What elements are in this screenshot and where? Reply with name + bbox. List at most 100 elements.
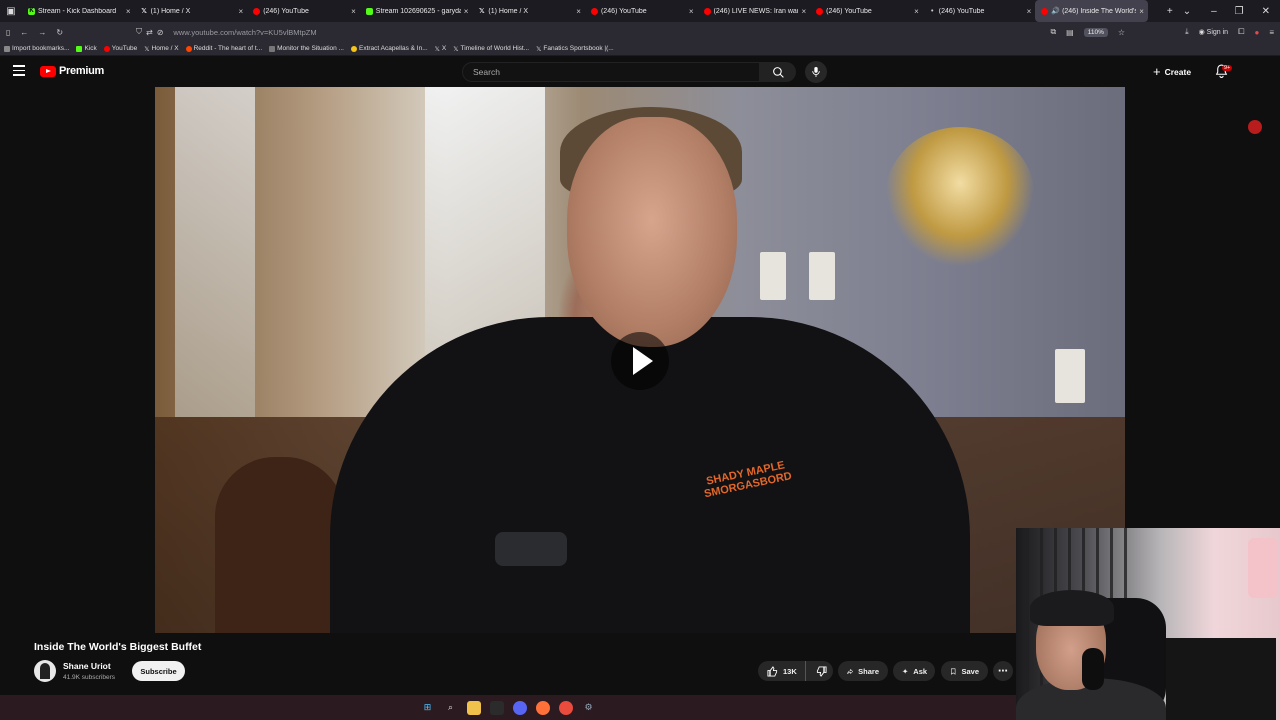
subscribe-button[interactable]: Subscribe (132, 661, 185, 681)
close-icon[interactable]: × (914, 7, 919, 16)
tab-title: (1) Home / X (488, 7, 529, 15)
obs-icon[interactable] (558, 700, 573, 715)
sidebar-icon[interactable]: ▯ (6, 28, 10, 37)
share-label: Share (858, 666, 879, 676)
youtube-logo[interactable]: Premium (40, 65, 104, 77)
file-explorer-icon[interactable] (466, 700, 481, 715)
bookmark-import[interactable]: Import bookmarks... (4, 45, 69, 52)
adblock-icon[interactable]: ● (1254, 28, 1259, 37)
webcam-light (1248, 538, 1278, 598)
tab-active-video[interactable]: 🔊 (246) Inside The World's Bi × (1035, 0, 1148, 22)
shield-icon[interactable]: ⛉ (136, 27, 142, 37)
bookmark-fanatics[interactable]: 𝕏 Fanatics Sportsbook |(... (536, 45, 614, 53)
video-frame-head (567, 117, 737, 347)
tab-title: Stream 102690625 - garydavid (375, 7, 461, 15)
browser-nav-bar: ▯ ← → ↻ ⛉ ⇄ ⊘ www.youtube.com/watch?v=KU… (0, 22, 1280, 42)
search-placeholder: Search (473, 67, 500, 77)
tab-live-news[interactable]: (246) LIVE NEWS: Iran war latest × (698, 0, 811, 22)
tab-youtube-3[interactable]: (246) YouTube × (810, 0, 923, 22)
extensions-icon[interactable]: ⧠ (1238, 27, 1244, 37)
settings-gear-icon[interactable]: ⚙ (582, 701, 596, 715)
close-icon[interactable]: × (689, 7, 694, 16)
reload-icon[interactable]: ↻ (56, 28, 63, 37)
share-button[interactable]: Share (838, 661, 888, 681)
tab-kick-stream[interactable]: Stream 102690625 - garydavid × (360, 0, 473, 22)
search-icon[interactable]: ⌕ (444, 701, 458, 715)
speaker-icon[interactable]: 🔊 (1051, 7, 1060, 15)
tab-x-home-2[interactable]: 𝕏 (1) Home / X × (472, 0, 585, 22)
screenshot-icon[interactable]: ⧉ (1050, 27, 1056, 37)
bookmark-acapellas[interactable]: Extract Acapellas & In... (350, 45, 428, 52)
minimize-icon[interactable]: – (1211, 6, 1217, 17)
play-button-icon[interactable] (611, 332, 669, 390)
bookmark-timeline[interactable]: 𝕏 Timeline of World Hist... (453, 45, 529, 53)
bookmark-monitor[interactable]: Monitor the Situation ... (269, 45, 344, 52)
restore-icon[interactable]: ❐ (1235, 6, 1244, 17)
close-icon[interactable]: × (239, 7, 244, 16)
reader-view-icon[interactable]: ▤ (1066, 28, 1074, 37)
tab-title: (246) YouTube (938, 7, 985, 15)
close-icon[interactable]: × (576, 7, 581, 16)
close-window-icon[interactable]: ✕ (1262, 6, 1270, 17)
search-input[interactable]: Search (462, 62, 760, 82)
search-button[interactable] (760, 62, 796, 82)
bookmark-star-icon[interactable]: ☆ (1118, 28, 1125, 37)
firefox-icon[interactable] (535, 700, 550, 715)
tab-youtube-2[interactable]: (246) YouTube × (585, 0, 698, 22)
bookmark-kick[interactable]: Kick (76, 45, 97, 52)
more-actions-button[interactable]: ⋯ (993, 661, 1013, 681)
download-icon[interactable]: ⤓ (1185, 27, 1189, 37)
app-icon[interactable] (489, 700, 504, 715)
tab-youtube-4[interactable]: • (246) YouTube × (923, 0, 1036, 22)
like-button[interactable]: 13K (758, 661, 806, 681)
save-label: Save (961, 666, 979, 676)
more-horizontal-icon: ⋯ (998, 665, 1008, 677)
forward-icon[interactable]: → (38, 28, 46, 37)
close-icon[interactable]: × (126, 7, 131, 16)
tab-x-home[interactable]: 𝕏 (1) Home / X × (135, 0, 248, 22)
menu-icon[interactable]: ≡ (1269, 28, 1274, 37)
tab-title: (246) Inside The World's Bi (1062, 7, 1137, 15)
tab-title: (246) LIVE NEWS: Iran war latest (713, 7, 799, 15)
dislike-button[interactable] (811, 661, 833, 681)
youtube-icon (590, 7, 598, 15)
ask-button[interactable]: ✦ Ask (893, 661, 935, 681)
permissions-icon[interactable]: ⇄ (146, 28, 153, 37)
youtube-play-icon (40, 65, 56, 77)
save-button[interactable]: Save (941, 661, 988, 681)
channel-avatar[interactable] (34, 660, 56, 682)
account-avatar[interactable] (1248, 120, 1262, 134)
address-bar[interactable]: ⛉ ⇄ ⊘ www.youtube.com/watch?v=KU5vlBMtpZ… (136, 27, 1038, 37)
tab-youtube[interactable]: (246) YouTube × (247, 0, 360, 22)
kick-icon (365, 7, 373, 15)
tab-list-icon[interactable]: ▣ (0, 0, 22, 22)
channel-name[interactable]: Shane Uriot (63, 661, 111, 671)
back-icon[interactable]: ← (20, 28, 28, 37)
youtube-icon (103, 45, 110, 52)
thumbs-up-icon (767, 665, 778, 677)
bookmark-youtube[interactable]: YouTube (103, 45, 137, 52)
chevron-down-icon[interactable]: ⌄ (1183, 6, 1191, 17)
close-icon[interactable]: × (464, 7, 469, 16)
tab-kick-dashboard[interactable]: K Stream - Kick Dashboard × (22, 0, 135, 22)
discord-icon[interactable] (512, 700, 527, 715)
bookmark-x[interactable]: 𝕏X (435, 45, 447, 53)
voice-search-button[interactable] (805, 61, 827, 83)
hamburger-menu-icon[interactable] (13, 65, 26, 77)
url-text[interactable]: www.youtube.com/watch?v=KU5vlBMtpZM (173, 28, 316, 37)
zoom-level[interactable]: 110% (1083, 27, 1108, 37)
close-icon[interactable]: × (801, 7, 806, 16)
bookmark-label: Home / X (151, 45, 179, 52)
windows-start-icon[interactable]: ⊞ (421, 701, 435, 715)
close-icon[interactable]: × (351, 7, 356, 16)
sign-in-button[interactable]: ◉ Sign in (1199, 28, 1228, 36)
create-button[interactable]: + Create (1153, 64, 1191, 79)
tab-title: (246) YouTube (263, 7, 309, 15)
close-icon[interactable]: × (1139, 7, 1144, 16)
close-icon[interactable]: × (1027, 7, 1032, 16)
bookmark-reddit[interactable]: Reddit - The heart of t... (185, 45, 262, 52)
subscriber-count: 41.9K subscribers (63, 674, 116, 681)
bookmark-x-home[interactable]: 𝕏 Home / X (144, 45, 178, 53)
new-tab-icon[interactable]: + (1167, 6, 1173, 17)
lock-icon[interactable]: ⊘ (157, 28, 164, 37)
